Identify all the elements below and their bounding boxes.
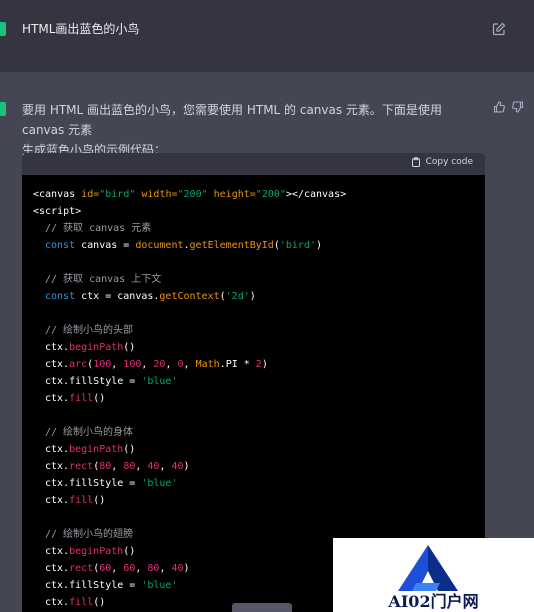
code-line: ctx.fillStyle = 'blue' (45, 478, 178, 489)
code-line: ctx.beginPath() (45, 444, 136, 455)
code-line: // 获取 canvas 元素 (45, 223, 152, 234)
code-line: ctx.arc(100, 100, 20, 0, Math.PI * 2) (45, 359, 268, 370)
clipboard-icon (411, 157, 420, 167)
user-message-text: HTML画出蓝色的小鸟 (22, 22, 140, 36)
code-line: ctx.fill() (45, 393, 106, 404)
thumb-down-icon[interactable] (512, 101, 524, 113)
answer-line-1: 要用 HTML 画出蓝色的小鸟，您需要使用 HTML 的 canvas 元素。下… (22, 103, 442, 137)
code-line: <canvas id="bird" width="200" height="20… (33, 189, 347, 200)
watermark-logo (398, 545, 458, 591)
copy-code-label: Copy code (425, 157, 473, 167)
code-header: Copy code (22, 153, 485, 175)
edit-icon[interactable] (492, 22, 506, 36)
code-line: // 获取 canvas 上下文 (45, 274, 162, 285)
code-line: // 绘制小鸟的头部 (45, 325, 134, 336)
watermark: AI02门户网 (333, 538, 534, 612)
copy-code-button[interactable]: Copy code (411, 157, 473, 167)
thumb-up-icon[interactable] (493, 101, 505, 113)
assistant-avatar (0, 102, 6, 116)
code-line: ctx.rect(80, 80, 40, 40) (45, 461, 190, 472)
code-line: const canvas = document.getElementById('… (45, 240, 323, 251)
user-avatar (0, 22, 6, 36)
watermark-text: AI02门户网 (388, 592, 479, 611)
code-line: ctx.fill() (45, 495, 106, 506)
code-line: ctx.beginPath() (45, 342, 136, 353)
code-line: // 绘制小鸟的身体 (45, 427, 134, 438)
code-line: <script> (33, 206, 82, 217)
code-line: const ctx = canvas.getContext('2d') (45, 291, 256, 302)
scroll-down-button[interactable] (232, 603, 292, 612)
assistant-answer: 要用 HTML 画出蓝色的小鸟，您需要使用 HTML 的 canvas 元素。下… (22, 100, 484, 160)
code-line: ctx.fillStyle = 'blue' (45, 376, 178, 387)
user-message-row: HTML画出蓝色的小鸟 (0, 0, 534, 72)
